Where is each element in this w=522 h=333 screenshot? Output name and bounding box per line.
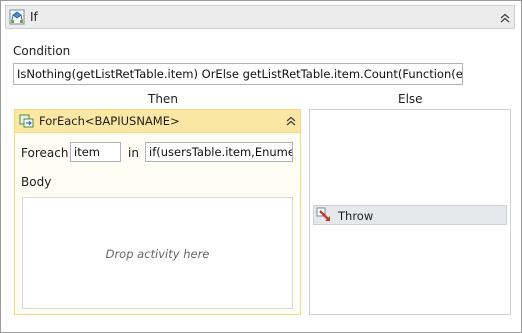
chevron-double-up-icon [500, 13, 510, 23]
body-drop-area[interactable]: Drop activity here [22, 197, 293, 309]
foreach-activity-header[interactable]: ForEach<BAPIUSNAME> [15, 110, 300, 133]
else-branch[interactable]: Throw [309, 109, 511, 315]
collapse-if-button[interactable] [498, 11, 512, 25]
chevron-double-up-icon [286, 116, 296, 126]
throw-activity[interactable]: Throw [313, 205, 507, 225]
condition-expression-field[interactable]: IsNothing(getListRetTable.item) OrElse g… [13, 63, 463, 85]
body-label: Body [21, 175, 52, 189]
condition-label: Condition [13, 44, 71, 58]
foreach-label: Foreach [21, 146, 69, 160]
if-activity-icon [9, 9, 25, 25]
foreach-item-field[interactable]: item [70, 142, 121, 162]
then-branch[interactable]: ForEach<BAPIUSNAME> Foreach item in if(u… [14, 109, 301, 315]
if-activity-title: If [30, 10, 38, 24]
collapse-foreach-button[interactable] [284, 114, 298, 128]
else-label: Else [398, 92, 423, 106]
then-label: Then [148, 92, 178, 106]
foreach-activity-title: ForEach<BAPIUSNAME> [39, 114, 180, 128]
throw-activity-icon [316, 207, 332, 223]
if-activity-header[interactable]: If [5, 5, 515, 29]
foreach-activity-icon [19, 113, 35, 129]
in-label: in [128, 146, 139, 160]
foreach-collection-field[interactable]: if(usersTable.item,Enumera [145, 142, 293, 162]
drop-activity-hint: Drop activity here [105, 247, 210, 261]
if-activity-designer[interactable]: If Condition IsNothing(getListRetTable.i… [0, 0, 522, 333]
throw-activity-title: Throw [338, 209, 374, 223]
